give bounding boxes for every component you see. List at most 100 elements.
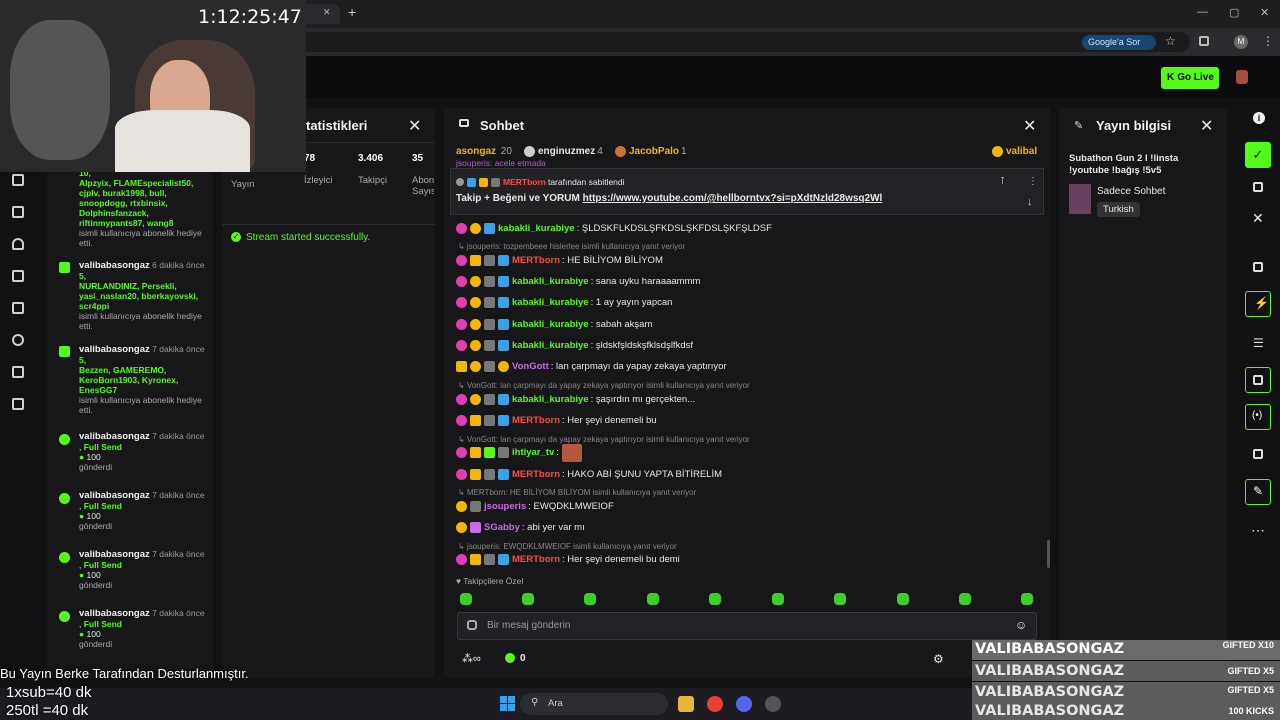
go-live-button[interactable]: K Go Live — [1161, 67, 1219, 89]
chat-message[interactable]: MERTborn: HE BİLİYOM BİLİYOM — [456, 253, 663, 267]
list-icon[interactable]: ☰ — [1253, 336, 1264, 350]
chat-message[interactable]: kabakli_kurabiye: şldskfşldskşfklsdşlfkd… — [456, 339, 693, 353]
chat-message[interactable]: kabakli_kurabiye: şaşırdın mı gerçekten.… — [456, 392, 695, 406]
unpin-icon[interactable]: ⊺ — [1000, 176, 1005, 187]
chat-settings-icon[interactable]: ⚙ — [933, 652, 944, 666]
chat-username[interactable]: MERTborn — [512, 469, 560, 480]
emote-icon[interactable] — [834, 593, 846, 605]
check-button[interactable]: ✓ — [1245, 142, 1271, 168]
more-icon[interactable]: ⋯ — [1251, 522, 1265, 539]
chat-username[interactable]: MERTborn — [512, 255, 560, 266]
top-gifter[interactable]: valibal — [992, 146, 1039, 157]
analytics-icon[interactable] — [12, 206, 24, 218]
pinned-by-user[interactable]: MERTborn — [503, 177, 546, 187]
emote-icon[interactable] — [772, 593, 784, 605]
chat-message[interactable]: kabakli_kurabiye: sana uyku haraaaammm — [456, 275, 700, 289]
emoji-picker-icon[interactable]: ☺ — [1015, 618, 1027, 632]
top-gifter[interactable]: asongaz 20 — [456, 146, 512, 157]
feed-username[interactable]: valibabasongaz — [79, 549, 150, 560]
pinned-text: Takip + Beğeni ve YORUM https://www.yout… — [456, 193, 882, 204]
chat-message[interactable]: ihtiyar_tv: — [456, 443, 582, 462]
chat-username[interactable]: kabakli_kurabiye — [512, 340, 589, 351]
obs-icon[interactable] — [765, 696, 781, 712]
upload-icon[interactable] — [12, 398, 24, 410]
chat-scrollbar[interactable] — [1047, 540, 1050, 568]
windows-start-icon[interactable] — [500, 696, 515, 711]
file-explorer-icon[interactable] — [678, 696, 694, 712]
google-ask-button[interactable]: Google'a Sor — [1082, 35, 1156, 50]
emote-icon[interactable] — [897, 593, 909, 605]
feed-username[interactable]: valibabasongaz — [79, 490, 150, 501]
emote-icon[interactable] — [959, 593, 971, 605]
trophy-icon[interactable] — [12, 238, 24, 250]
chat-username[interactable]: ihtiyar_tv — [512, 447, 554, 458]
taskbar-search[interactable]: Ara — [520, 693, 668, 715]
emote-icon[interactable] — [584, 593, 596, 605]
chat-message[interactable]: MERTborn: Her şeyi denemeli bu demi — [456, 553, 680, 567]
chat-username[interactable]: MERTborn — [512, 554, 560, 565]
chat-username[interactable]: SGabby — [484, 522, 520, 533]
expand-pin-icon[interactable]: ↓ — [1027, 196, 1033, 208]
feed-username[interactable]: valibabasongaz — [79, 260, 150, 271]
printer-icon[interactable] — [1253, 449, 1263, 459]
chat-username[interactable]: MERTborn — [512, 415, 560, 426]
user-badge-icon — [456, 414, 467, 426]
chat-username[interactable]: VonGott — [512, 361, 549, 372]
discord-icon[interactable] — [736, 696, 752, 712]
chat-message[interactable]: kabakli_kurabiye: sabah akşam — [456, 317, 652, 331]
chat-message[interactable]: kabakli_kurabiye: 1 ay yayın yapcan — [456, 296, 672, 310]
chat-message[interactable]: MERTborn: HAKO ABİ ŞUNU YAPTA BİTİRELİM — [456, 467, 722, 481]
share-icon[interactable]: ⁂∞ — [462, 653, 481, 665]
chart-icon[interactable] — [12, 302, 24, 314]
reply-context: ↳ jsouperis: tozpembeee hislerlee isimli… — [458, 242, 686, 252]
pin-menu-icon[interactable]: ⋮ — [1028, 176, 1038, 187]
address-bar[interactable] — [300, 32, 1190, 52]
profile-avatar[interactable]: M — [1234, 35, 1248, 49]
chat-text: : sabah akşam — [590, 318, 653, 330]
layout-icon[interactable] — [12, 174, 24, 186]
new-tab-button[interactable]: + — [348, 4, 356, 20]
emote-icon[interactable] — [1021, 593, 1033, 605]
close-window-icon[interactable]: ✕ — [1260, 6, 1269, 19]
chat-username[interactable]: jsouperis — [484, 501, 526, 512]
community-icon[interactable] — [12, 366, 24, 378]
bookmark-star-icon[interactable]: ☆ — [1165, 34, 1176, 48]
browser-menu-icon[interactable]: ⋮ — [1262, 34, 1274, 48]
user-avatar[interactable] — [1236, 70, 1248, 84]
top-gifter[interactable]: JacobPalo 1 — [615, 146, 687, 157]
emote-icon[interactable] — [522, 593, 534, 605]
chat-message[interactable]: VonGott: lan çarpmayı da yapay zekaya ya… — [456, 360, 727, 374]
minimize-icon[interactable]: — — [1197, 6, 1208, 18]
chat-username[interactable]: kabakli_kurabiye — [512, 276, 589, 287]
top-gifter[interactable]: enginuzmez 4 — [524, 146, 603, 157]
maximize-icon[interactable]: ▢ — [1229, 6, 1239, 19]
emote-icon[interactable] — [709, 593, 721, 605]
chat-username[interactable]: kabakli_kurabiye — [512, 297, 589, 308]
info-icon[interactable]: i — [1253, 112, 1265, 124]
close-info-icon[interactable]: ✕ — [1200, 116, 1213, 136]
chat-message[interactable]: SGabby: abi yer var mı — [456, 521, 585, 535]
wrench-icon[interactable] — [12, 334, 24, 346]
chat-message[interactable]: jsouperis: EWQDKLMWEIOF — [456, 499, 614, 513]
video-icon[interactable] — [12, 270, 24, 282]
chat-message[interactable]: kabakli_kurabiye: ŞLDSKFLKDSLŞFKDSLŞKFDS… — [456, 221, 772, 235]
close-panel-icon[interactable]: ✕ — [1252, 210, 1264, 227]
layout-icon[interactable] — [1253, 182, 1263, 192]
chat-username[interactable]: kabakli_kurabiye — [512, 394, 589, 405]
feed-username[interactable]: valibabasongaz — [79, 431, 150, 442]
chat-message[interactable]: MERTborn: Her şeyi denemeli bu — [456, 413, 657, 427]
category-name[interactable]: Sadece Sohbet — [1097, 186, 1165, 197]
close-stats-icon[interactable]: ✕ — [408, 116, 421, 136]
feed-username[interactable]: valibabasongaz — [79, 608, 150, 619]
film-icon[interactable] — [1253, 262, 1263, 272]
feed-username[interactable]: valibabasongaz — [79, 344, 150, 355]
extensions-icon[interactable] — [1199, 36, 1209, 46]
close-chat-icon[interactable]: ✕ — [1023, 116, 1036, 136]
tab-close-icon[interactable]: ✕ — [323, 7, 331, 18]
emote-icon[interactable] — [647, 593, 659, 605]
chat-username[interactable]: kabakli_kurabiye — [512, 319, 589, 330]
emote-icon[interactable] — [460, 593, 472, 605]
chrome-icon[interactable] — [707, 696, 723, 712]
chat-username[interactable]: kabakli_kurabiye — [498, 223, 575, 234]
pinned-link[interactable]: https://www.youtube.com/@hellborntvx?si=… — [583, 193, 883, 204]
